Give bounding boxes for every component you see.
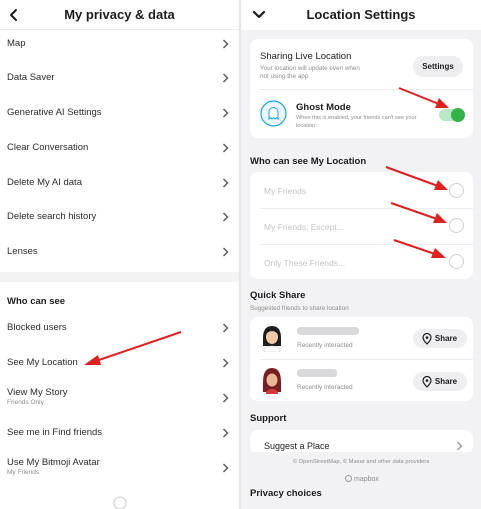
annotation-arrow-icon (84, 331, 182, 365)
annotation-arrows-icon (385, 87, 449, 258)
location-settings-screen: Location Settings Sharing Live Location … (241, 0, 481, 509)
privacy-data-screen: My privacy & data Map Data Saver Generat… (0, 0, 239, 509)
